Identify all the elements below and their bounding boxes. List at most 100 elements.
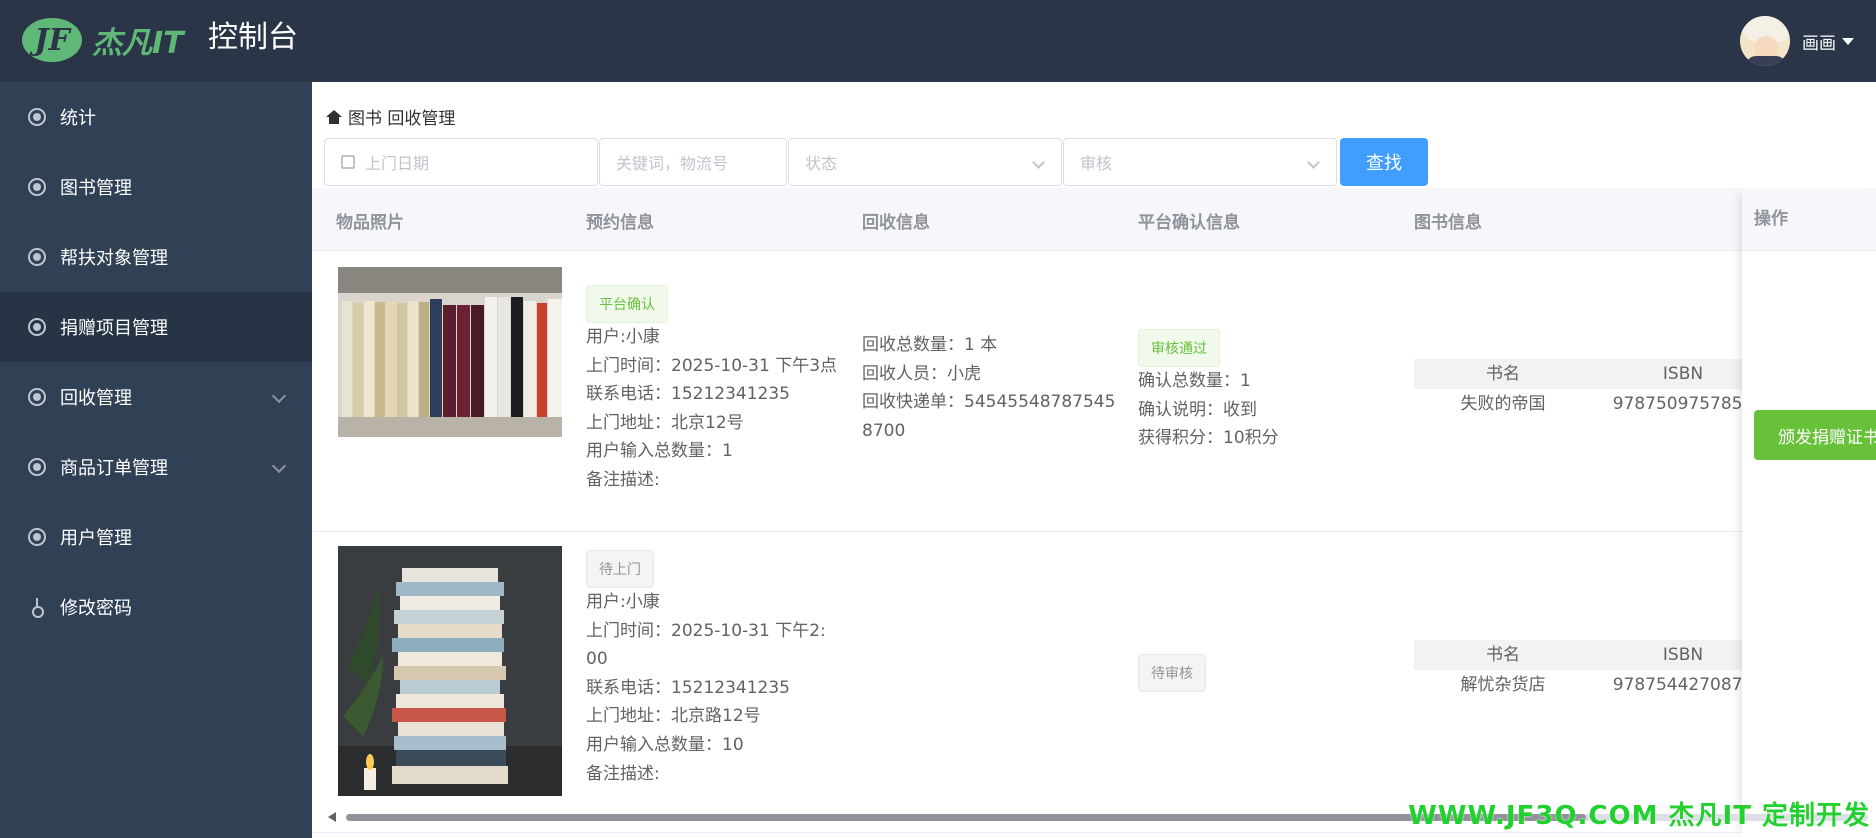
audit-placeholder: 审核 <box>1080 154 1113 173</box>
book-info-table: 书名 ISBN 失败的帝国 9787509757857 <box>1414 359 1774 419</box>
confirm-note-text: 确认说明：收到 <box>1138 399 1257 420</box>
scroll-thumb[interactable] <box>346 814 1586 821</box>
item-photo[interactable] <box>338 546 562 796</box>
book-name-header: 书名 <box>1486 645 1520 665</box>
filter-bar: 上门日期 关键词，物流号 状态 审核 查找 <box>324 138 1428 188</box>
col-book: 图书信息 <box>1414 213 1482 233</box>
platform-info: 审核通过 确认总数量：1 确认说明：收到 获得积分：10积分 <box>1138 329 1279 453</box>
date-picker[interactable]: 上门日期 <box>324 138 598 186</box>
book-name: 解忧杂货店 <box>1460 675 1546 695</box>
caret-down-icon[interactable] <box>1842 37 1854 45</box>
express-text: 回收快递单：54545548787545 <box>862 392 1116 413</box>
address-text: 上门地址：北京12号 <box>586 412 744 433</box>
col-recycle: 回收信息 <box>862 213 930 233</box>
book-name: 失败的帝国 <box>1460 394 1546 414</box>
sidebar-item-label: 商品订单管理 <box>60 458 168 479</box>
express-text-cont: 8700 <box>862 420 906 441</box>
username[interactable]: 画画 <box>1802 29 1836 54</box>
appointment-info: 平台确认 用户:小康 上门时间：2025-10-31 下午3点 联系电话：152… <box>586 285 837 495</box>
status-placeholder: 状态 <box>805 154 838 173</box>
col-ops: 操作 <box>1742 188 1876 251</box>
appointment-info: 待上门 用户:小康 上门时间：2025-10-31 下午2: 00 联系电话：1… <box>586 550 826 788</box>
table-row: 平台确认 用户:小康 上门时间：2025-10-31 下午3点 联系电话：152… <box>312 251 1876 532</box>
sidebar-item-label: 用户管理 <box>60 528 132 549</box>
circle-icon <box>28 458 46 476</box>
chevron-down-icon <box>1032 156 1045 169</box>
input-total-text: 用户输入总数量：10 <box>586 734 744 755</box>
date-placeholder: 上门日期 <box>365 154 430 173</box>
user-text: 用户:小康 <box>586 592 660 612</box>
status-badge: 平台确认 <box>586 285 668 323</box>
issue-certificate-button[interactable]: 颁发捐赠证书 <box>1754 410 1876 460</box>
circle-icon <box>28 108 46 126</box>
platform-info: 待审核 <box>1138 654 1206 692</box>
audit-badge: 待审核 <box>1138 654 1206 692</box>
visit-time-text: 上门时间：2025-10-31 下午3点 <box>586 355 838 376</box>
home-icon[interactable] <box>326 109 342 124</box>
col-photo: 物品照片 <box>336 213 404 233</box>
sidebar-item-label: 图书管理 <box>60 178 132 199</box>
calendar-icon <box>341 155 355 169</box>
status-badge: 待上门 <box>586 550 654 588</box>
chevron-down-icon[interactable] <box>271 388 287 404</box>
sidebar-item-recycle[interactable]: 回收管理 <box>0 362 312 432</box>
main-content: 图书 回收管理 上门日期 关键词，物流号 状态 审核 查找 物品照片 预约信息 … <box>312 82 1876 838</box>
visit-time-text: 上门时间：2025-10-31 下午2: <box>586 620 826 641</box>
sidebar-item-orders[interactable]: 商品订单管理 <box>0 432 312 502</box>
logo: JF 杰凡IT <box>22 12 192 68</box>
circle-icon <box>28 528 46 546</box>
chevron-down-icon <box>1307 156 1320 169</box>
audit-badge: 审核通过 <box>1138 329 1220 367</box>
scroll-left-icon[interactable] <box>328 812 336 822</box>
col-platform: 平台确认信息 <box>1138 213 1240 233</box>
breadcrumb: 图书 回收管理 <box>326 104 455 129</box>
sidebar: 统计 图书管理 帮扶对象管理 捐赠项目管理 回收管理 商品订单管理 用户管理 修… <box>0 82 312 838</box>
phone-text: 联系电话：15212341235 <box>586 384 790 405</box>
keyword-input[interactable]: 关键词，物流号 <box>599 138 787 186</box>
address-text: 上门地址：北京路12号 <box>586 706 761 727</box>
keyword-placeholder: 关键词，物流号 <box>616 154 729 173</box>
avatar[interactable] <box>1740 16 1790 66</box>
watermark: WWW.JF3Q.COM 杰凡IT 定制开发 <box>1408 801 1870 831</box>
recycler-text: 回收人员：小虎 <box>862 363 981 384</box>
recycle-total-text: 回收总数量：1 本 <box>862 335 998 355</box>
key-icon <box>28 598 46 618</box>
sidebar-item-aid-targets[interactable]: 帮扶对象管理 <box>0 222 312 292</box>
search-button[interactable]: 查找 <box>1340 138 1428 186</box>
breadcrumb-text: 图书 回收管理 <box>348 109 456 129</box>
sidebar-item-label: 统计 <box>60 108 96 129</box>
circle-icon <box>28 248 46 266</box>
input-total-text: 用户输入总数量：1 <box>586 441 733 462</box>
status-select[interactable]: 状态 <box>788 138 1062 186</box>
item-photo[interactable] <box>338 267 562 437</box>
book-name-header: 书名 <box>1486 364 1520 384</box>
sidebar-item-label: 修改密码 <box>60 598 132 619</box>
book-info-table: 书名 ISBN 解忧杂货店 9787544270878 <box>1414 640 1774 700</box>
sidebar-item-label: 回收管理 <box>60 388 132 409</box>
app-title: 控制台 <box>208 20 298 55</box>
sidebar-item-change-password[interactable]: 修改密码 <box>0 572 312 642</box>
circle-icon <box>28 388 46 406</box>
recycle-table: 物品照片 预约信息 回收信息 平台确认信息 图书信息 平台确认 用户:小康 上门… <box>312 188 1876 833</box>
sidebar-item-stats[interactable]: 统计 <box>0 82 312 152</box>
user-menu[interactable]: 画画 <box>1740 14 1854 68</box>
audit-select[interactable]: 审核 <box>1063 138 1337 186</box>
user-text: 用户:小康 <box>586 327 660 347</box>
top-header: JF 杰凡IT 控制台 画画 <box>0 0 1876 82</box>
table-header: 物品照片 预约信息 回收信息 平台确认信息 图书信息 <box>312 188 1876 251</box>
remark-text: 备注描述: <box>586 469 660 490</box>
confirm-total-text: 确认总数量：1 <box>1138 371 1251 391</box>
points-text: 获得积分：10积分 <box>1138 428 1279 449</box>
table-row: 待上门 用户:小康 上门时间：2025-10-31 下午2: 00 联系电话：1… <box>312 532 1876 833</box>
sidebar-item-books[interactable]: 图书管理 <box>0 152 312 222</box>
remark-text: 备注描述: <box>586 763 660 784</box>
sidebar-item-label: 捐赠项目管理 <box>60 318 168 339</box>
col-appointment: 预约信息 <box>586 213 654 233</box>
sidebar-item-users[interactable]: 用户管理 <box>0 502 312 572</box>
logo-text: 杰凡IT <box>92 26 184 61</box>
sidebar-item-donation-projects[interactable]: 捐赠项目管理 <box>0 292 312 362</box>
logo-mark: JF <box>22 18 82 62</box>
chevron-down-icon[interactable] <box>271 458 287 474</box>
phone-text: 联系电话：15212341235 <box>586 677 790 698</box>
circle-icon <box>28 178 46 196</box>
